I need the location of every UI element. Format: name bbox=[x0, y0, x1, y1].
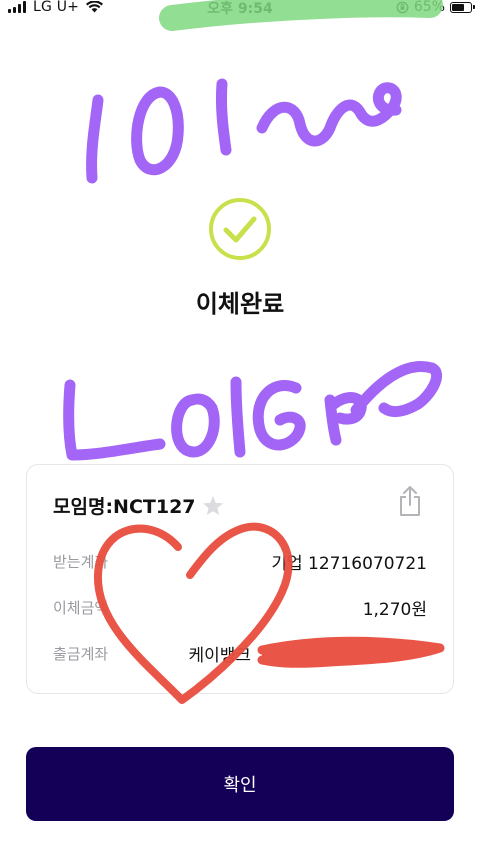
green-highlighter-stroke bbox=[159, 0, 443, 31]
doodle-L bbox=[63, 379, 166, 461]
transfer-info-card: 모임명:NCT127 받는계좌 기업 12716070721 이체금액 1,27… bbox=[26, 464, 454, 694]
transfer-amount-value: 1,270원 bbox=[362, 599, 427, 620]
star-icon[interactable] bbox=[202, 495, 224, 516]
doodle-zero bbox=[131, 86, 184, 176]
doodle-wave bbox=[256, 82, 402, 147]
share-icon[interactable] bbox=[397, 485, 423, 517]
doodle-one-1 bbox=[86, 94, 104, 184]
info-row-withdraw: 출금계좌 케이뱅크 bbox=[53, 641, 427, 666]
confirm-button[interactable]: 확인 bbox=[26, 747, 454, 821]
info-row-receiver: 받는계좌 기업 12716070721 bbox=[53, 549, 427, 574]
page-title: 이체완료 bbox=[195, 290, 285, 318]
check-circle-icon bbox=[209, 198, 271, 260]
receiver-account-value: 기업 12716070721 bbox=[271, 553, 427, 574]
card-header: 모임명:NCT127 bbox=[53, 492, 224, 519]
doodle-I bbox=[230, 376, 246, 458]
doodle-O bbox=[171, 393, 220, 458]
receiver-account-label: 받는계좌 bbox=[53, 552, 109, 571]
doodle-one-2 bbox=[215, 78, 232, 156]
withdraw-account-value: 케이뱅크 bbox=[188, 645, 251, 666]
doodle-R bbox=[324, 392, 367, 446]
transfer-amount-label: 이체금액 bbox=[53, 598, 109, 617]
marker-doodles bbox=[63, 78, 445, 704]
meeting-name: 모임명:NCT127 bbox=[53, 496, 196, 518]
withdraw-account-label: 출금계좌 bbox=[53, 644, 109, 663]
doodle-G bbox=[252, 380, 306, 451]
doodle-swoosh bbox=[350, 361, 443, 417]
info-row-amount: 이체금액 1,270원 bbox=[53, 595, 427, 620]
